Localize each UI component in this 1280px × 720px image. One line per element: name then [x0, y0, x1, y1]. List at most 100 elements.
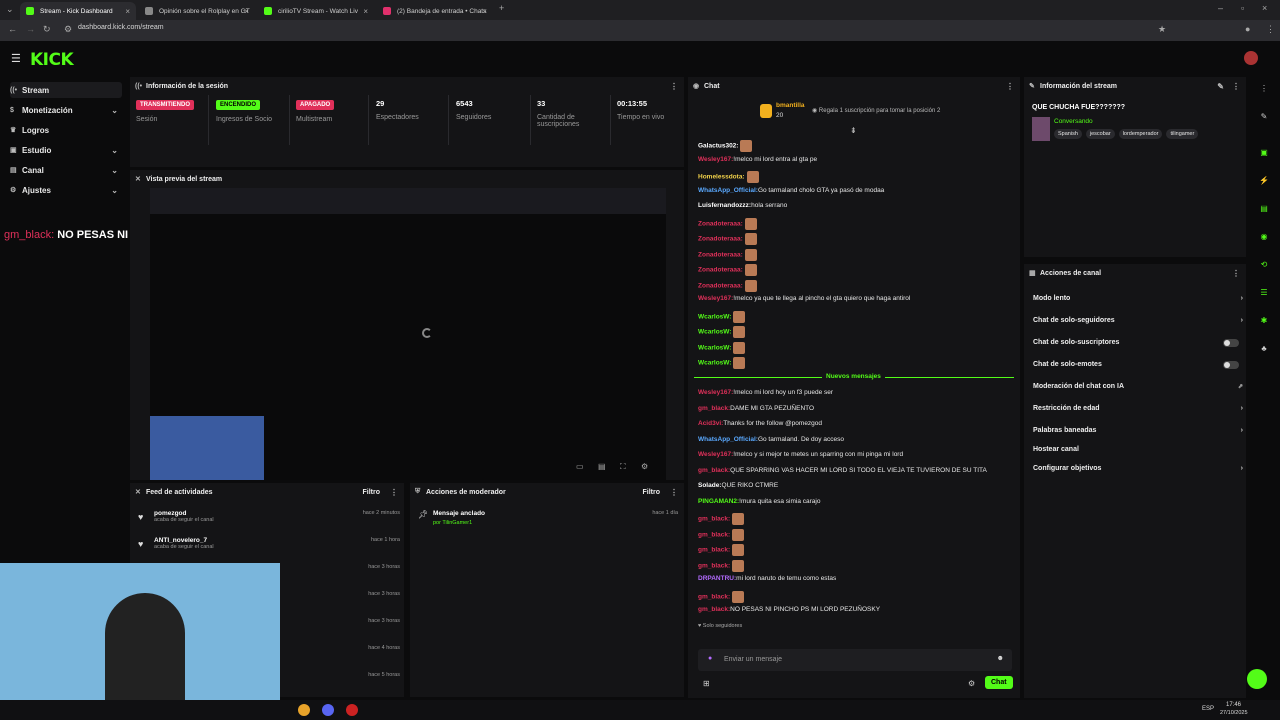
sidebar-item-ajustes[interactable]: ⚙ Ajustes ⌄	[10, 182, 122, 198]
chat-username[interactable]: gm_black:	[698, 405, 730, 412]
mic-icon[interactable]: ●	[708, 655, 712, 662]
action-slow-mode[interactable]: Modo lento ›	[1033, 295, 1243, 302]
chat-username[interactable]: WcarlosW:	[698, 344, 731, 351]
sidebar-item-logros[interactable]: ♛ Logros	[10, 122, 122, 138]
reload-icon[interactable]: ↻	[43, 24, 51, 35]
sidebar-item-monetizacion[interactable]: $ Monetización ⌄	[10, 102, 122, 118]
help-chat-button[interactable]	[1247, 669, 1267, 689]
chat-username[interactable]: WhatsApp_Official:	[698, 187, 758, 194]
chat-username[interactable]: Galactus302:	[698, 143, 738, 150]
more-options-icon[interactable]: ⋮	[1006, 82, 1014, 91]
chat-username[interactable]: Zonadoteraaa:	[698, 251, 743, 258]
close-tab-icon[interactable]: ×	[244, 7, 249, 16]
activity-name[interactable]: ANTI_novelero_7	[154, 537, 400, 544]
shapes-icon[interactable]: ♣	[1258, 344, 1270, 356]
category-name[interactable]: Conversando	[1054, 118, 1093, 125]
close-tab-icon[interactable]: ×	[125, 7, 130, 16]
sidebar-item-stream[interactable]: ((• Stream	[10, 82, 122, 98]
send-chat-button[interactable]: Chat	[985, 676, 1013, 689]
close-tab-icon[interactable]: ×	[482, 7, 487, 16]
chat-username[interactable]: Zonadoteraaa:	[698, 267, 743, 274]
action-host-channel[interactable]: Hostear canal	[1033, 446, 1243, 453]
filter-button[interactable]: Filtro	[643, 489, 661, 496]
chat-username[interactable]: Wesley167:	[698, 389, 733, 396]
fullscreen-icon[interactable]: ⛶	[620, 462, 626, 472]
captions-icon[interactable]: ▭	[576, 462, 584, 471]
action-banned-words[interactable]: Palabras baneadas ›	[1033, 427, 1243, 434]
hamburger-menu-icon[interactable]: ☰	[11, 52, 21, 65]
chat-icon[interactable]: ◉	[1258, 232, 1270, 244]
chrome-app-icon[interactable]	[298, 704, 310, 716]
tab-opinion[interactable]: Opinión sobre el Rolplay en GT ×	[139, 2, 255, 20]
gift-icon[interactable]: ⊞	[703, 679, 710, 688]
chat-settings-gear-icon[interactable]: ⚙	[968, 679, 975, 688]
broadcast-rail-icon[interactable]: ⟲	[1258, 260, 1270, 272]
chat-username[interactable]: gm_black:	[698, 531, 730, 538]
toggle-switch[interactable]	[1223, 339, 1239, 347]
chat-username[interactable]: WhatsApp_Official:	[698, 436, 758, 443]
tab-kick-dashboard[interactable]: Stream - Kick Dashboard ×	[20, 2, 136, 20]
chat-username[interactable]: Zonadoteraaa:	[698, 220, 743, 227]
tag[interactable]: Spanish	[1054, 129, 1082, 139]
edit-layout-icon[interactable]: ✎	[1258, 112, 1270, 124]
chat-username[interactable]: gm_black:	[698, 606, 730, 613]
sidebar-item-estudio[interactable]: ▣ Estudio ⌄	[10, 142, 122, 158]
close-tab-icon[interactable]: ×	[363, 7, 368, 16]
action-followers-only[interactable]: Chat de solo-seguidores ›	[1033, 317, 1243, 324]
theater-icon[interactable]: ▤	[598, 462, 606, 471]
chat-username[interactable]: Zonadoteraaa:	[698, 236, 743, 243]
chat-username[interactable]: gm_black:	[698, 593, 730, 600]
chat-username[interactable]: WcarlosW:	[698, 360, 731, 367]
user-avatar[interactable]	[1244, 51, 1258, 65]
profile-avatar-icon[interactable]: ●	[1245, 24, 1250, 34]
settings-gear-icon[interactable]: ⚙	[641, 462, 648, 471]
chat-input[interactable]: ● Enviar un mensaje ☻	[698, 649, 1012, 671]
more-options-icon[interactable]: ⋮	[670, 82, 678, 91]
pinned-message-title[interactable]: Mensaje anclado	[433, 510, 485, 517]
filter-button[interactable]: Filtro	[363, 489, 381, 496]
list-icon[interactable]: ☰	[1258, 288, 1270, 300]
more-options-icon[interactable]: ⋮	[670, 488, 678, 497]
toggle-switch[interactable]	[1223, 361, 1239, 369]
chat-username[interactable]: WcarlosW:	[698, 329, 731, 336]
tag[interactable]: tilingamer	[1166, 129, 1199, 139]
chat-username[interactable]: PINGAMAN2:	[698, 498, 739, 505]
discord-app-icon[interactable]	[322, 704, 334, 716]
chat-username[interactable]: gm_black:	[698, 516, 730, 523]
back-icon[interactable]: ←	[8, 24, 17, 34]
chat-username[interactable]: gm_black:	[698, 562, 730, 569]
emoji-icon[interactable]: ☻	[997, 655, 1004, 662]
wrench-icon[interactable]: ✱	[1258, 316, 1270, 328]
action-age-restriction[interactable]: Restricción de edad ›	[1033, 405, 1243, 412]
lightning-icon[interactable]: ⚡	[1258, 176, 1270, 188]
tab-cirilio[interactable]: cirilioTV Stream - Watch Liv ×	[258, 2, 374, 20]
maximize-icon[interactable]: ▫	[1241, 3, 1244, 13]
gift-sub-cta[interactable]: ◉ Regala 1 suscripción para tomar la pos…	[812, 107, 940, 114]
forward-icon[interactable]: →	[26, 24, 35, 34]
site-info-icon[interactable]: ⚙	[64, 24, 72, 35]
new-tab-icon[interactable]: +	[499, 3, 504, 13]
sidebar-item-canal[interactable]: ▤ Canal ⌄	[10, 162, 122, 178]
chat-username[interactable]: gm_black:	[698, 547, 730, 554]
more-vertical-icon[interactable]: ⋮	[1258, 84, 1270, 96]
action-configure-goals[interactable]: Configurar objetivos ›	[1033, 465, 1243, 472]
chat-username[interactable]: Solade:	[698, 482, 721, 489]
chat-username[interactable]: Wesley167:	[698, 156, 733, 163]
minimize-icon[interactable]: –	[1218, 3, 1223, 13]
action-ai-moderation[interactable]: Moderación del chat con IA ⇗	[1033, 383, 1243, 390]
tab-instagram[interactable]: (2) Bandeja de entrada • Chats ×	[377, 2, 493, 20]
tag[interactable]: jescobar	[1085, 129, 1115, 139]
tag[interactable]: lordemperador	[1118, 129, 1163, 139]
chat-username[interactable]: gm_black:	[698, 467, 730, 474]
obs-app-icon[interactable]	[346, 704, 358, 716]
tab-search-icon[interactable]: ⌄	[6, 4, 14, 15]
chat-username[interactable]: Homelessdota:	[698, 174, 745, 181]
chat-username[interactable]: Zonadoteraaa:	[698, 282, 743, 289]
pin-down-icon[interactable]: ⇟	[850, 126, 857, 135]
more-options-icon[interactable]: ⋮	[390, 488, 398, 497]
chat-username[interactable]: Wesley167:	[698, 295, 733, 302]
edit-pencil-icon[interactable]: ✎	[1217, 82, 1224, 91]
more-options-icon[interactable]: ⋮	[1232, 82, 1240, 91]
bookmark-star-icon[interactable]: ★	[1158, 24, 1166, 35]
preview-icon[interactable]: ▣	[1258, 148, 1270, 160]
